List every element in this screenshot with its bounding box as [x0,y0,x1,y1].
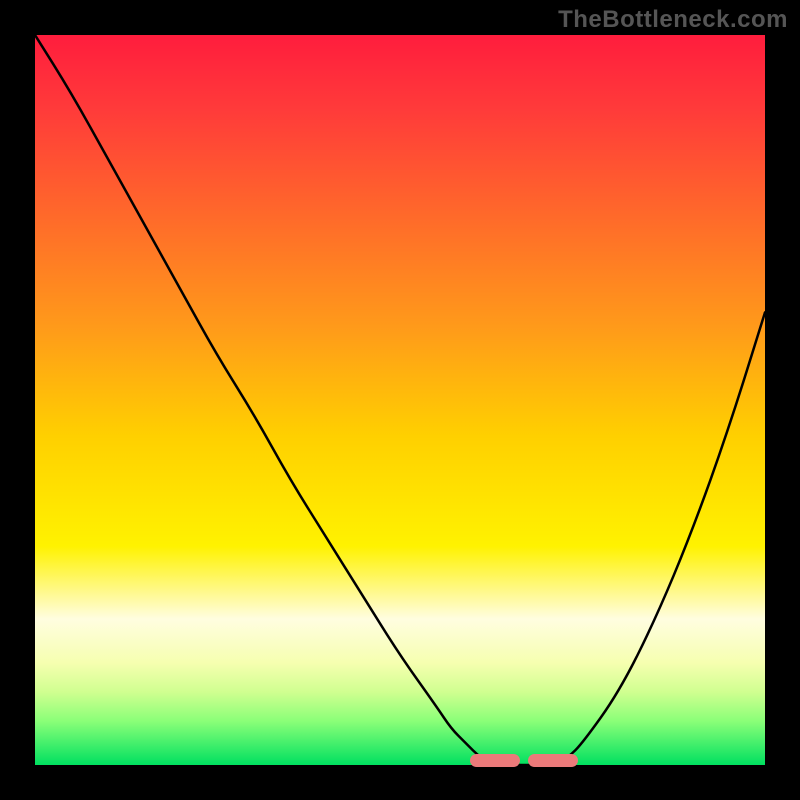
bottleneck-curve [35,35,765,765]
watermark-text: TheBottleneck.com [558,6,788,34]
plot-area [35,35,765,765]
flat-minimum-marker-left [470,754,520,767]
flat-minimum-marker-right [528,754,578,767]
chart-svg [35,35,765,765]
chart-container: TheBottleneck.com [0,0,800,800]
